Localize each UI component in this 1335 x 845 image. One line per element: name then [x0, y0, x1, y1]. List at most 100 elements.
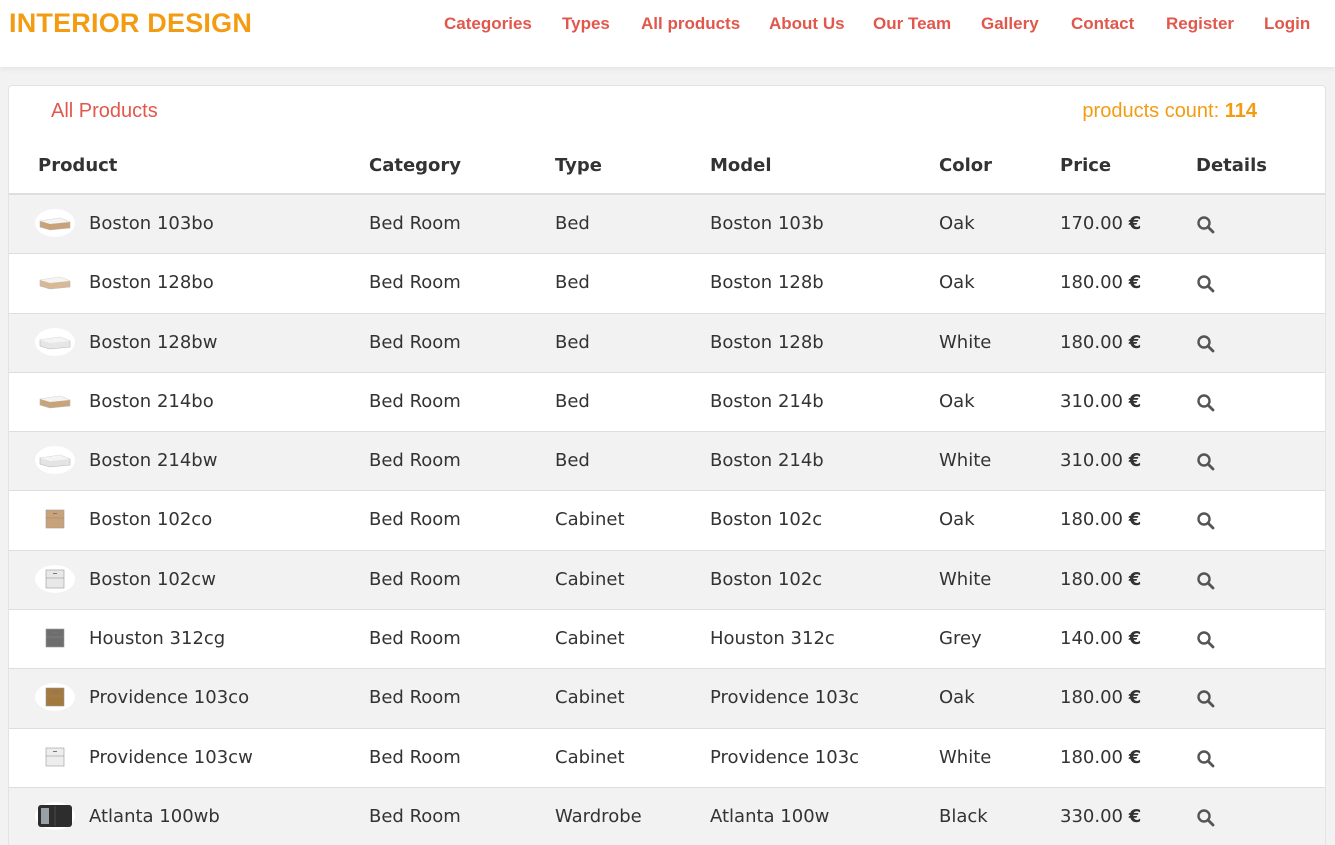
nav-gallery[interactable]: Gallery	[981, 14, 1039, 34]
product-model: Boston 214b	[710, 390, 824, 412]
details-search-icon[interactable]	[1196, 511, 1216, 531]
product-name: Providence 103co	[89, 687, 250, 709]
product-name: Providence 103cw	[89, 746, 253, 768]
bed-icon	[35, 327, 75, 356]
nav-login[interactable]: Login	[1264, 14, 1310, 34]
product-model: Boston 103b	[710, 213, 824, 234]
details-search-icon[interactable]	[1196, 215, 1216, 235]
product-category: Bed Room	[369, 331, 461, 353]
column-header-color[interactable]: Color	[939, 155, 992, 176]
product-name: Boston 214bw	[89, 450, 218, 472]
products-table-body: Boston 103bo Bed Room Bed Boston 103b Oak 170…	[9, 195, 1325, 845]
details-search-icon[interactable]	[1196, 274, 1216, 294]
price-value: 140.00	[1060, 628, 1123, 650]
table-row[interactable]: Boston 128bw Bed Room Bed Boston 128b White 1…	[9, 313, 1325, 373]
product-color: White	[939, 450, 992, 472]
product-model: Boston 102c	[710, 568, 823, 590]
product-name: Houston 312cg	[89, 628, 226, 650]
product-category: Bed Room	[369, 687, 461, 709]
column-header-type[interactable]: Type	[555, 155, 602, 176]
product-color: Oak	[939, 390, 975, 412]
product-model: Boston 214b	[710, 450, 824, 472]
product-name: Boston 128bo	[89, 272, 214, 294]
product-type: Cabinet	[555, 568, 625, 590]
nav-about-us[interactable]: About Us	[769, 14, 845, 34]
table-row[interactable]: Boston 128bo Bed Room Bed Boston 128b Oak 180…	[9, 254, 1325, 314]
bed-icon	[35, 268, 75, 297]
currency-symbol: €	[1128, 509, 1142, 531]
product-type: Cabinet	[555, 628, 625, 650]
product-type: Bed	[555, 331, 590, 353]
cabinet-icon	[35, 683, 75, 712]
details-search-icon[interactable]	[1196, 571, 1216, 591]
product-name: Boston 103bo	[89, 213, 214, 234]
price-value: 330.00	[1060, 805, 1123, 827]
column-header-price[interactable]: Price	[1060, 155, 1111, 176]
cabinet-icon	[35, 742, 75, 771]
product-price: 180.00 €	[1060, 509, 1141, 530]
currency-symbol: €	[1128, 272, 1142, 294]
brand-logo[interactable]: INTERIOR DESIGN	[9, 8, 252, 39]
product-category: Bed Room	[369, 213, 461, 234]
table-row[interactable]: Boston 103bo Bed Room Bed Boston 103b Oak 170…	[9, 195, 1325, 255]
details-search-icon[interactable]	[1196, 689, 1216, 709]
details-search-icon[interactable]	[1196, 452, 1216, 472]
details-search-icon[interactable]	[1196, 749, 1216, 769]
column-header-category[interactable]: Category	[369, 155, 461, 176]
product-name: Boston 102cw	[89, 568, 216, 590]
table-row[interactable]: Boston 214bo Bed Room Bed Boston 214b Oak 310…	[9, 372, 1325, 433]
product-category: Bed Room	[369, 272, 461, 294]
column-header-model[interactable]: Model	[710, 155, 772, 176]
product-type: Cabinet	[555, 687, 625, 709]
table-header: Product Category Type Model Color Price …	[9, 142, 1325, 195]
product-color: White	[939, 746, 992, 768]
cabinet-icon	[35, 564, 75, 593]
nav-register[interactable]: Register	[1166, 14, 1234, 34]
price-value: 310.00	[1060, 390, 1123, 412]
product-price: 310.00 €	[1060, 450, 1141, 471]
details-search-icon[interactable]	[1196, 808, 1216, 828]
nav-all-products[interactable]: All products	[641, 14, 740, 34]
product-model: Houston 312c	[710, 628, 835, 650]
table-row[interactable]: Boston 214bw Bed Room Bed Boston 214b White 3…	[9, 432, 1325, 492]
product-type: Cabinet	[555, 746, 625, 768]
product-category: Bed Room	[369, 450, 461, 472]
nav-types[interactable]: Types	[562, 14, 610, 34]
cabinet-icon	[35, 505, 75, 534]
price-value: 180.00	[1060, 272, 1123, 294]
product-color: Oak	[939, 509, 975, 531]
product-color: Oak	[939, 687, 975, 709]
product-price: 180.00 €	[1060, 272, 1141, 293]
column-header-product[interactable]: Product	[38, 155, 117, 176]
table-row[interactable]: Boston 102cw Bed Room Cabinet Boston 102c Wh…	[9, 550, 1325, 611]
cabinet-icon	[35, 624, 75, 653]
price-value: 180.00	[1060, 331, 1123, 353]
products-count: products count: 114	[1082, 100, 1257, 123]
product-color: Grey	[939, 628, 982, 650]
product-type: Bed	[555, 272, 590, 294]
bed-icon	[35, 209, 75, 237]
product-name: Boston 102co	[89, 509, 213, 531]
table-row[interactable]: Providence 103cw Bed Room Cabinet Providenc…	[9, 728, 1325, 788]
details-search-icon[interactable]	[1196, 630, 1216, 650]
nav-categories[interactable]: Categories	[444, 14, 532, 34]
product-category: Bed Room	[369, 805, 461, 827]
column-header-details: Details	[1196, 155, 1267, 176]
price-value: 310.00	[1060, 450, 1123, 472]
currency-symbol: €	[1128, 450, 1142, 472]
product-price: 180.00 €	[1060, 747, 1141, 768]
details-search-icon[interactable]	[1196, 334, 1216, 354]
product-price: 170.00 €	[1060, 213, 1141, 234]
nav-our-team[interactable]: Our Team	[873, 14, 951, 34]
table-row[interactable]: Providence 103co Bed Room Cabinet Providenc…	[9, 669, 1325, 729]
table-row[interactable]: Boston 102co Bed Room Cabinet Boston 102c Oa…	[9, 491, 1325, 551]
table-row[interactable]: Atlanta 100wb Bed Room Wardrobe Atlanta 100…	[9, 787, 1325, 845]
product-type: Bed	[555, 450, 590, 472]
product-model: Boston 102c	[710, 509, 823, 531]
currency-symbol: €	[1128, 687, 1142, 709]
table-row[interactable]: Houston 312cg Bed Room Cabinet Houston 312c…	[9, 610, 1325, 670]
price-value: 180.00	[1060, 568, 1123, 590]
bed-icon	[35, 386, 75, 415]
nav-contact[interactable]: Contact	[1071, 14, 1134, 34]
details-search-icon[interactable]	[1196, 393, 1216, 413]
